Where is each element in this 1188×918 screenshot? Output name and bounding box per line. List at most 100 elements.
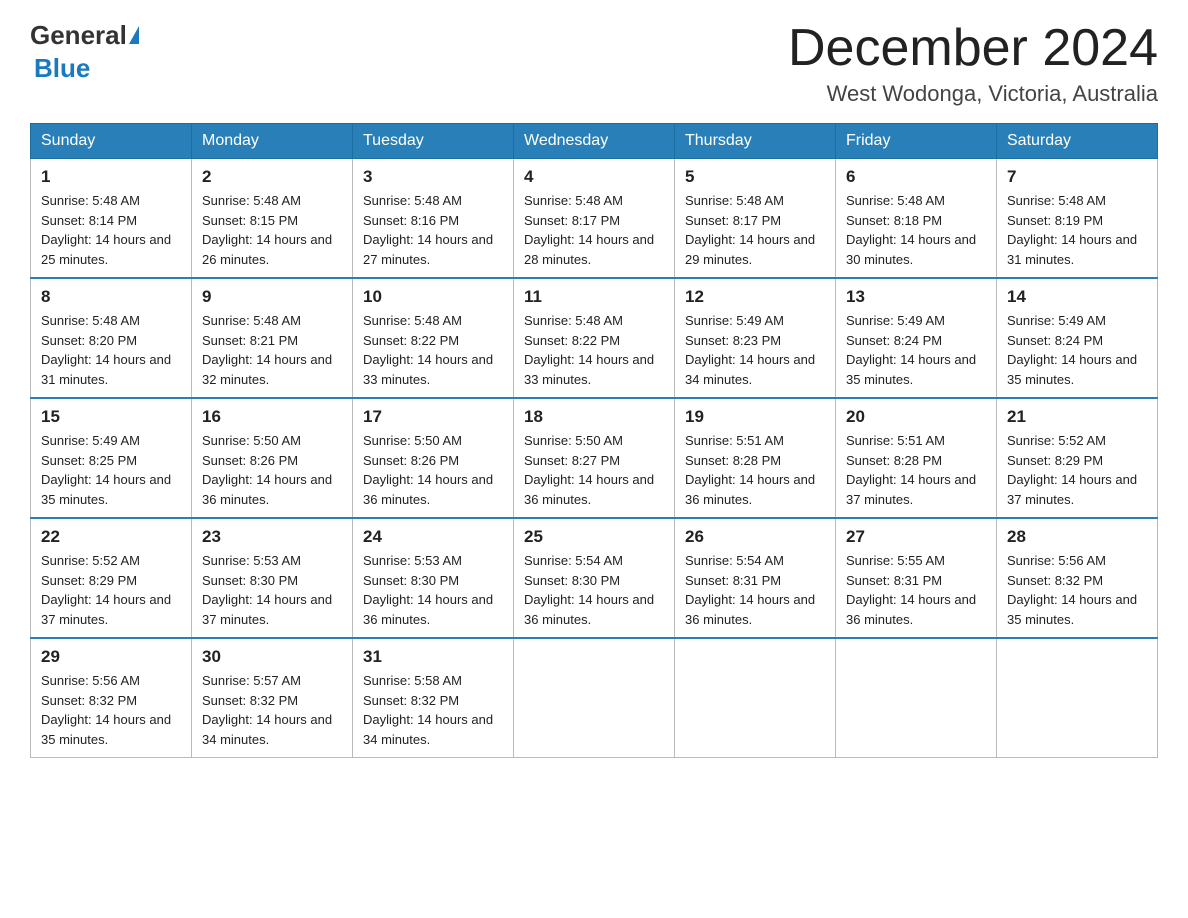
day-info: Sunrise: 5:58 AM Sunset: 8:32 PM Dayligh…: [363, 671, 503, 749]
calendar-day-cell: 21 Sunrise: 5:52 AM Sunset: 8:29 PM Dayl…: [997, 398, 1158, 518]
calendar-day-cell: 25 Sunrise: 5:54 AM Sunset: 8:30 PM Dayl…: [514, 518, 675, 638]
sunrise-text: Sunrise: 5:50 AM: [363, 433, 462, 448]
sunrise-text: Sunrise: 5:51 AM: [685, 433, 784, 448]
calendar-day-cell: [997, 638, 1158, 758]
day-info: Sunrise: 5:52 AM Sunset: 8:29 PM Dayligh…: [1007, 431, 1147, 509]
calendar-day-cell: 23 Sunrise: 5:53 AM Sunset: 8:30 PM Dayl…: [192, 518, 353, 638]
day-info: Sunrise: 5:56 AM Sunset: 8:32 PM Dayligh…: [1007, 551, 1147, 629]
daylight-text: Daylight: 14 hours and 35 minutes.: [1007, 592, 1137, 627]
day-info: Sunrise: 5:53 AM Sunset: 8:30 PM Dayligh…: [202, 551, 342, 629]
calendar-day-cell: 6 Sunrise: 5:48 AM Sunset: 8:18 PM Dayli…: [836, 159, 997, 279]
day-info: Sunrise: 5:48 AM Sunset: 8:17 PM Dayligh…: [685, 191, 825, 269]
day-info: Sunrise: 5:48 AM Sunset: 8:16 PM Dayligh…: [363, 191, 503, 269]
day-number: 15: [41, 407, 181, 427]
calendar-day-cell: 28 Sunrise: 5:56 AM Sunset: 8:32 PM Dayl…: [997, 518, 1158, 638]
sunrise-text: Sunrise: 5:54 AM: [524, 553, 623, 568]
sunset-text: Sunset: 8:15 PM: [202, 213, 298, 228]
day-number: 13: [846, 287, 986, 307]
calendar-day-cell: 12 Sunrise: 5:49 AM Sunset: 8:23 PM Dayl…: [675, 278, 836, 398]
sunrise-text: Sunrise: 5:48 AM: [363, 193, 462, 208]
day-number: 18: [524, 407, 664, 427]
sunrise-text: Sunrise: 5:48 AM: [41, 313, 140, 328]
day-number: 30: [202, 647, 342, 667]
sunset-text: Sunset: 8:28 PM: [846, 453, 942, 468]
sunset-text: Sunset: 8:24 PM: [1007, 333, 1103, 348]
sunset-text: Sunset: 8:21 PM: [202, 333, 298, 348]
daylight-text: Daylight: 14 hours and 29 minutes.: [685, 232, 815, 267]
calendar-day-cell: [514, 638, 675, 758]
sunset-text: Sunset: 8:26 PM: [202, 453, 298, 468]
sunset-text: Sunset: 8:31 PM: [846, 573, 942, 588]
logo-general-text: General: [30, 20, 127, 51]
location-subtitle: West Wodonga, Victoria, Australia: [788, 81, 1158, 107]
daylight-text: Daylight: 14 hours and 35 minutes.: [846, 352, 976, 387]
daylight-text: Daylight: 14 hours and 36 minutes.: [524, 472, 654, 507]
calendar-day-cell: 19 Sunrise: 5:51 AM Sunset: 8:28 PM Dayl…: [675, 398, 836, 518]
sunset-text: Sunset: 8:17 PM: [685, 213, 781, 228]
calendar-day-cell: [675, 638, 836, 758]
calendar-day-cell: 31 Sunrise: 5:58 AM Sunset: 8:32 PM Dayl…: [353, 638, 514, 758]
sunrise-text: Sunrise: 5:48 AM: [202, 193, 301, 208]
daylight-text: Daylight: 14 hours and 35 minutes.: [1007, 352, 1137, 387]
daylight-text: Daylight: 14 hours and 35 minutes.: [41, 712, 171, 747]
sunset-text: Sunset: 8:19 PM: [1007, 213, 1103, 228]
sunrise-text: Sunrise: 5:56 AM: [41, 673, 140, 688]
sunrise-text: Sunrise: 5:48 AM: [41, 193, 140, 208]
day-info: Sunrise: 5:48 AM Sunset: 8:17 PM Dayligh…: [524, 191, 664, 269]
day-info: Sunrise: 5:49 AM Sunset: 8:24 PM Dayligh…: [846, 311, 986, 389]
calendar-day-cell: 27 Sunrise: 5:55 AM Sunset: 8:31 PM Dayl…: [836, 518, 997, 638]
daylight-text: Daylight: 14 hours and 33 minutes.: [524, 352, 654, 387]
day-info: Sunrise: 5:56 AM Sunset: 8:32 PM Dayligh…: [41, 671, 181, 749]
sunset-text: Sunset: 8:24 PM: [846, 333, 942, 348]
calendar-day-cell: 29 Sunrise: 5:56 AM Sunset: 8:32 PM Dayl…: [31, 638, 192, 758]
day-number: 19: [685, 407, 825, 427]
day-info: Sunrise: 5:52 AM Sunset: 8:29 PM Dayligh…: [41, 551, 181, 629]
calendar-table: Sunday Monday Tuesday Wednesday Thursday…: [30, 123, 1158, 758]
daylight-text: Daylight: 14 hours and 37 minutes.: [1007, 472, 1137, 507]
calendar-day-cell: 10 Sunrise: 5:48 AM Sunset: 8:22 PM Dayl…: [353, 278, 514, 398]
sunrise-text: Sunrise: 5:48 AM: [524, 193, 623, 208]
sunrise-text: Sunrise: 5:48 AM: [524, 313, 623, 328]
sunrise-text: Sunrise: 5:57 AM: [202, 673, 301, 688]
calendar-day-cell: [836, 638, 997, 758]
sunset-text: Sunset: 8:29 PM: [41, 573, 137, 588]
sunrise-text: Sunrise: 5:58 AM: [363, 673, 462, 688]
day-number: 5: [685, 167, 825, 187]
daylight-text: Daylight: 14 hours and 36 minutes.: [202, 472, 332, 507]
daylight-text: Daylight: 14 hours and 36 minutes.: [363, 592, 493, 627]
day-number: 20: [846, 407, 986, 427]
sunrise-text: Sunrise: 5:48 AM: [846, 193, 945, 208]
sunrise-text: Sunrise: 5:49 AM: [41, 433, 140, 448]
sunset-text: Sunset: 8:32 PM: [363, 693, 459, 708]
daylight-text: Daylight: 14 hours and 37 minutes.: [846, 472, 976, 507]
sunrise-text: Sunrise: 5:52 AM: [1007, 433, 1106, 448]
calendar-day-cell: 3 Sunrise: 5:48 AM Sunset: 8:16 PM Dayli…: [353, 159, 514, 279]
day-number: 26: [685, 527, 825, 547]
sunrise-text: Sunrise: 5:52 AM: [41, 553, 140, 568]
daylight-text: Daylight: 14 hours and 36 minutes.: [685, 472, 815, 507]
sunrise-text: Sunrise: 5:49 AM: [846, 313, 945, 328]
day-number: 31: [363, 647, 503, 667]
logo-blue-text: Blue: [34, 53, 90, 84]
calendar-day-cell: 20 Sunrise: 5:51 AM Sunset: 8:28 PM Dayl…: [836, 398, 997, 518]
day-number: 24: [363, 527, 503, 547]
sunset-text: Sunset: 8:17 PM: [524, 213, 620, 228]
day-number: 27: [846, 527, 986, 547]
calendar-day-cell: 18 Sunrise: 5:50 AM Sunset: 8:27 PM Dayl…: [514, 398, 675, 518]
day-info: Sunrise: 5:48 AM Sunset: 8:22 PM Dayligh…: [524, 311, 664, 389]
sunset-text: Sunset: 8:32 PM: [202, 693, 298, 708]
calendar-day-cell: 4 Sunrise: 5:48 AM Sunset: 8:17 PM Dayli…: [514, 159, 675, 279]
daylight-text: Daylight: 14 hours and 30 minutes.: [846, 232, 976, 267]
day-number: 29: [41, 647, 181, 667]
sunset-text: Sunset: 8:22 PM: [524, 333, 620, 348]
calendar-day-cell: 22 Sunrise: 5:52 AM Sunset: 8:29 PM Dayl…: [31, 518, 192, 638]
day-info: Sunrise: 5:48 AM Sunset: 8:18 PM Dayligh…: [846, 191, 986, 269]
daylight-text: Daylight: 14 hours and 37 minutes.: [41, 592, 171, 627]
sunset-text: Sunset: 8:14 PM: [41, 213, 137, 228]
day-info: Sunrise: 5:49 AM Sunset: 8:23 PM Dayligh…: [685, 311, 825, 389]
sunset-text: Sunset: 8:31 PM: [685, 573, 781, 588]
day-number: 6: [846, 167, 986, 187]
calendar-header-row: Sunday Monday Tuesday Wednesday Thursday…: [31, 124, 1158, 159]
calendar-day-cell: 16 Sunrise: 5:50 AM Sunset: 8:26 PM Dayl…: [192, 398, 353, 518]
day-number: 25: [524, 527, 664, 547]
